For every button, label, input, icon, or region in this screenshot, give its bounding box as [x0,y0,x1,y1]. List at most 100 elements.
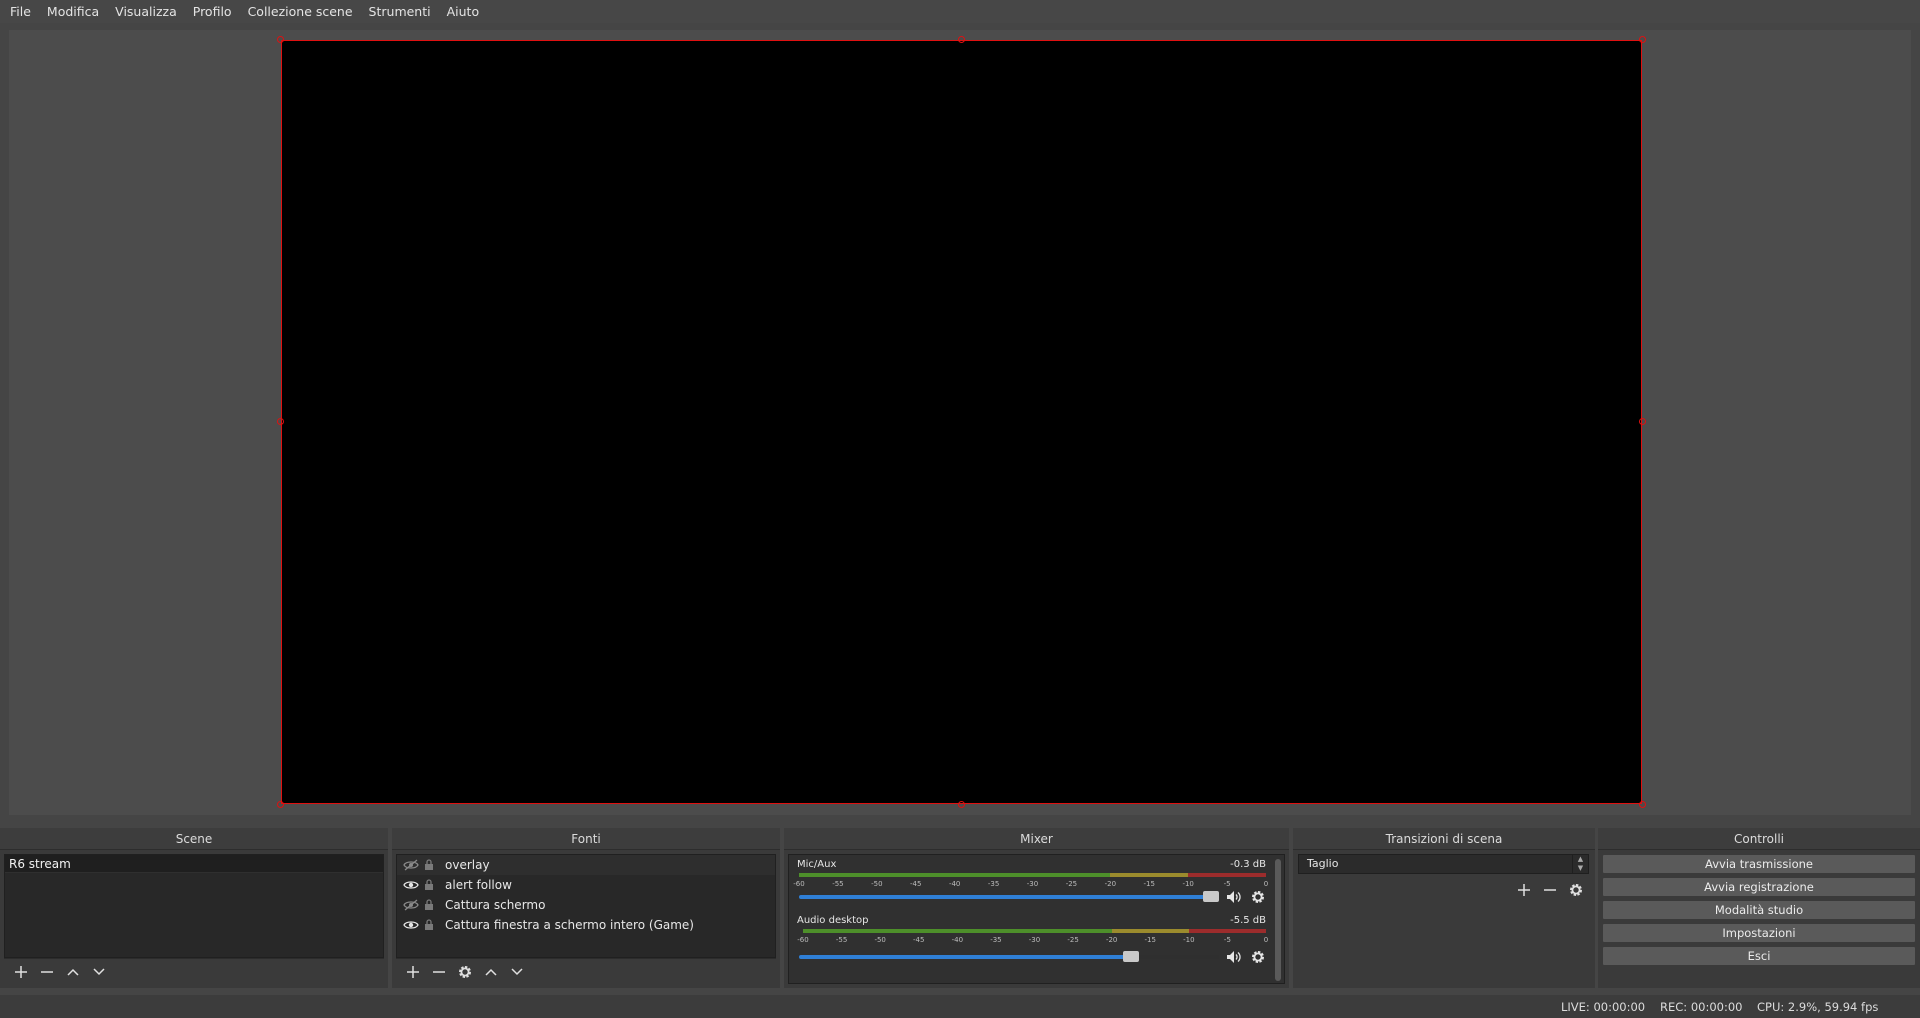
resize-handle-left[interactable] [277,418,284,425]
eye-hidden-icon[interactable] [403,898,419,912]
speaker-icon[interactable] [1225,889,1243,905]
scenes-list[interactable]: R6 stream [4,854,384,958]
preview-area[interactable] [9,30,1911,815]
dock-title-mixer: Mixer [784,828,1289,850]
meter-tick-label: 0 [1263,880,1269,888]
plus-icon [15,965,27,978]
add-source-button[interactable] [400,960,426,984]
exit-button[interactable]: Esci [1602,946,1916,966]
resize-handle-top[interactable] [958,36,965,43]
volume-slider-knob[interactable] [1122,951,1139,962]
plus-icon [407,965,419,978]
remove-source-button[interactable] [426,960,452,984]
eye-icon[interactable] [403,878,419,892]
scenes-toolbar [4,958,384,984]
start-streaming-button[interactable]: Avvia trasmissione [1602,854,1916,874]
speaker-icon[interactable] [1225,949,1243,965]
meter-tick-label: -35 [990,936,1002,944]
sources-toolbar [396,958,776,984]
menu-strumenti[interactable]: Strumenti [361,0,439,23]
scenes-dock: Scene R6 stream [0,828,388,988]
volume-meter [803,929,1267,933]
volume-slider[interactable] [799,891,1219,902]
move-scene-down-button[interactable] [86,960,112,984]
resize-handle-bottom[interactable] [958,801,965,808]
remove-transition-button[interactable] [1537,878,1563,902]
transition-select[interactable]: Taglio ▲ ▼ [1298,854,1589,874]
source-item-overlay[interactable]: overlay [397,855,775,875]
gear-icon[interactable] [1249,949,1267,965]
meter-tick-label: -60 [793,880,805,888]
meter-tick-label: -25 [1065,880,1078,888]
source-properties-button[interactable] [452,960,478,984]
menu-modifica[interactable]: Modifica [39,0,107,23]
source-item-cattura-schermo[interactable]: Cattura schermo [397,895,775,915]
meter-tick-label: -10 [1183,936,1195,944]
meter-tick-label: -30 [1028,936,1041,944]
move-source-up-button[interactable] [478,960,504,984]
remove-scene-button[interactable] [34,960,60,984]
volume-slider-knob[interactable] [1202,891,1219,902]
meter-tick-label: -5 [1223,880,1231,888]
live-status: LIVE: 00:00:00 [1561,1000,1646,1014]
scene-item[interactable]: R6 stream [5,855,383,873]
menu-aiuto[interactable]: Aiuto [439,0,488,23]
channel-db: -0.3 dB [1230,859,1266,870]
transition-properties-button[interactable] [1563,878,1589,902]
resize-handle-bottom-left[interactable] [277,801,284,808]
chevron-up-icon [485,968,497,976]
lock-icon[interactable] [421,878,437,892]
move-scene-up-button[interactable] [60,960,86,984]
gear-icon[interactable] [1249,889,1267,905]
resize-handle-right[interactable] [1639,418,1646,425]
dock-title-transitions: Transizioni di scena [1293,828,1595,850]
meter-tick-label: -30 [1026,880,1039,888]
source-item-cattura-finestra[interactable]: Cattura finestra a schermo intero (Game) [397,915,775,935]
menu-collezione-scene[interactable]: Collezione scene [240,0,361,23]
meter-tick-label: -45 [913,936,925,944]
move-source-down-button[interactable] [504,960,530,984]
minus-icon [41,970,53,973]
eye-icon[interactable] [403,918,419,932]
lock-icon[interactable] [421,858,437,872]
resize-handle-top-right[interactable] [1639,36,1646,43]
source-item-alert-follow[interactable]: alert follow [397,875,775,895]
meter-tick-label: -10 [1182,880,1194,888]
resize-handle-bottom-right[interactable] [1639,801,1646,808]
meter-tick-label: -20 [1104,880,1117,888]
meter-ticks: -60 -55 -50 -45 -40 -35 -30 -25 -20 -15 -10 -5 0 [797,934,1268,944]
preview-canvas[interactable] [277,36,1646,808]
menu-profilo[interactable]: Profilo [185,0,240,23]
lock-icon[interactable] [421,918,437,932]
dock-title-controls: Controlli [1598,828,1920,850]
settings-button[interactable]: Impostazioni [1602,923,1916,943]
resize-handle-top-left[interactable] [277,36,284,43]
meter-tick-label: -55 [835,936,848,944]
source-label: Cattura finestra a schermo intero (Game) [445,918,694,932]
transitions-dock: Transizioni di scena Taglio ▲ ▼ [1293,828,1595,988]
add-scene-button[interactable] [8,960,34,984]
meter-tick-label: -35 [987,880,1000,888]
menubar: File Modifica Visualizza Profilo Collezi… [0,0,1920,23]
meter-tick-label: -40 [951,936,964,944]
controls-dock: Controlli Avvia trasmissione Avvia regis… [1598,828,1920,988]
lock-icon[interactable] [421,898,437,912]
transition-selected: Taglio [1307,857,1339,870]
sources-list[interactable]: overlay alert follow Cattura schermo Cat… [396,854,776,958]
menu-visualizza[interactable]: Visualizza [107,0,185,23]
chevron-down-icon [93,967,105,975]
add-transition-button[interactable] [1511,878,1537,902]
volume-slider[interactable] [799,951,1219,962]
start-recording-button[interactable]: Avvia registrazione [1602,877,1916,897]
eye-hidden-icon[interactable] [403,858,419,872]
mixer-scrollbar[interactable] [1275,859,1281,981]
mixer-channel-desktop: Audio desktop -5.5 dB -60 -55 -50 -45 -40 -35… [793,915,1270,973]
source-label: alert follow [445,878,512,892]
meter-tick-label: -45 [910,880,922,888]
meter-tick-label: -25 [1067,936,1079,944]
studio-mode-button[interactable]: Modalità studio [1602,900,1916,920]
menu-file[interactable]: File [2,0,39,23]
volume-slider-fill [799,955,1131,959]
channel-name: Audio desktop [797,915,869,926]
meter-tick-label: -20 [1105,936,1118,944]
